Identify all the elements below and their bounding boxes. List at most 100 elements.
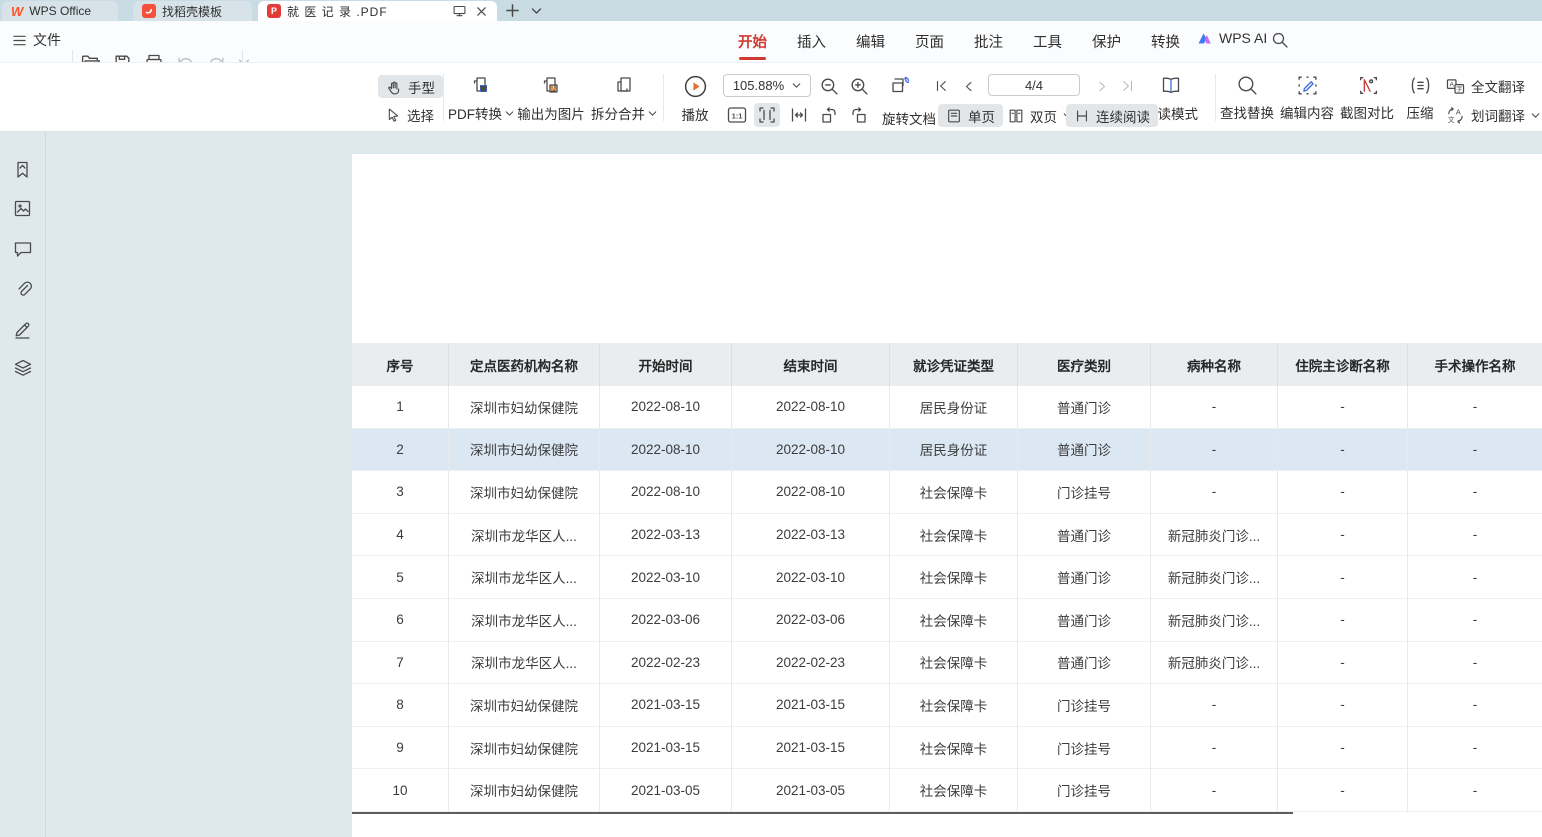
new-tab-button[interactable] [501,0,523,21]
table-cell: - [1151,769,1278,812]
tab-protect[interactable]: 保护 [1092,31,1121,52]
rotate-right-button[interactable] [846,103,872,127]
pdf-convert-button[interactable]: W PDF转换 [442,74,520,123]
tab-docer-templates[interactable]: 找稻壳模板 [133,1,252,21]
attachment-icon[interactable] [13,279,33,299]
wps-logo-icon: W [11,4,23,19]
tab-home[interactable]: 开始 [738,31,767,52]
fit-page-button[interactable] [754,103,780,127]
compress-icon [1409,74,1432,97]
find-replace-icon [1236,74,1259,97]
table-row[interactable]: 3深圳市妇幼保健院2022-08-102022-08-10社会保障卡门诊挂号--… [352,471,1542,514]
wps-ai-button[interactable]: WPS AI [1196,30,1267,46]
table-cell: 5 [352,556,449,599]
table-cell: 深圳市妇幼保健院 [449,386,600,429]
continuous-read-button[interactable]: 连续阅读 [1066,104,1158,127]
zoom-level-value: 105.88% [733,78,784,93]
table-row[interactable]: 5深圳市龙华区人...2022-03-102022-03-10社会保障卡普通门诊… [352,556,1542,599]
signature-icon[interactable] [13,319,33,339]
word-translate-button[interactable]: A 文 划词翻译 [1446,105,1540,125]
table-cell: 社会保障卡 [890,684,1018,727]
table-row[interactable]: 9深圳市妇幼保健院2021-03-152021-03-15社会保障卡门诊挂号--… [352,727,1542,770]
play-icon [683,74,708,99]
table-row[interactable]: 1深圳市妇幼保健院2022-08-102022-08-10居民身份证普通门诊--… [352,386,1542,429]
table-cell: - [1408,684,1542,727]
present-monitor-icon[interactable] [452,4,467,19]
table-row[interactable]: 7深圳市龙华区人...2022-02-232022-02-23社会保障卡普通门诊… [352,642,1542,685]
tab-annotate[interactable]: 批注 [974,31,1003,52]
menu-search-icon[interactable] [1271,31,1289,49]
zoom-in-icon [849,76,870,97]
tab-tools[interactable]: 工具 [1033,31,1062,52]
double-page-icon [1008,108,1024,124]
table-row[interactable]: 4深圳市龙华区人...2022-03-132022-03-13社会保障卡普通门诊… [352,514,1542,557]
close-tab-icon[interactable] [475,5,488,18]
table-row[interactable]: 8深圳市妇幼保健院2021-03-152021-03-15社会保障卡门诊挂号--… [352,684,1542,727]
table-cell: - [1278,386,1408,429]
page-number-input[interactable]: 4/4 [988,74,1080,96]
first-page-button[interactable] [930,76,952,96]
tab-document-pdf[interactable]: P 就 医 记 录 .PDF [258,1,497,21]
table-cell: - [1408,514,1542,557]
single-page-button[interactable]: 单页 [938,104,1003,127]
table-cell: 深圳市龙华区人... [449,642,600,685]
table-cell: - [1151,727,1278,770]
table-cell: 社会保障卡 [890,556,1018,599]
table-row[interactable]: 2深圳市妇幼保健院2022-08-102022-08-10居民身份证普通门诊--… [352,429,1542,472]
layers-icon[interactable] [13,358,33,378]
rotate-doc-label[interactable]: 旋转文档 [882,108,936,128]
fit-width-icon [789,105,809,125]
previous-page-button[interactable] [957,76,979,96]
replace-pages-button[interactable] [886,72,916,100]
actual-size-button[interactable]: 1:1 [724,103,750,127]
zoom-level-select[interactable]: 105.88% [723,74,811,97]
zoom-out-button[interactable] [816,74,842,98]
table-cell: 2022-08-10 [600,386,732,429]
hand-tool-button[interactable]: 手型 [378,75,443,98]
table-cell: 深圳市妇幼保健院 [449,769,600,812]
next-page-button[interactable] [1091,76,1113,96]
zoom-in-button[interactable] [846,74,872,98]
table-cell: 普通门诊 [1018,599,1151,642]
tab-insert[interactable]: 插入 [797,31,826,52]
chevron-down-icon [792,82,801,89]
table-row[interactable]: 6深圳市龙华区人...2022-03-062022-03-06社会保障卡普通门诊… [352,599,1542,642]
tab-page[interactable]: 页面 [915,31,944,52]
tab-wps-office[interactable]: W WPS Office [2,1,118,21]
table-cell: 深圳市妇幼保健院 [449,429,600,472]
table-cell: - [1408,727,1542,770]
table-cell: 普通门诊 [1018,386,1151,429]
comment-icon[interactable] [13,240,33,258]
table-cell: - [1278,514,1408,557]
select-tool-button[interactable]: 选择 [378,103,442,126]
ribbon-toolbar: 手型 选择 W PDF转换 输出为图片 拆分合并 [0,62,1542,132]
thumbnails-icon[interactable] [13,199,32,218]
full-translate-button[interactable]: A 字 全文翻译 [1446,76,1525,96]
window-tab-bar: W WPS Office 找稻壳模板 P 就 医 记 录 .PDF [0,0,1542,21]
replace-pages-icon [888,73,914,99]
rotate-left-button[interactable] [816,103,842,127]
tab-convert[interactable]: 转换 [1151,31,1180,52]
pdf-page[interactable]: 序号定点医药机构名称开始时间结束时间就诊凭证类型医疗类别病种名称住院主诊断名称手… [352,154,1542,837]
column-header: 定点医药机构名称 [449,343,600,386]
one-to-one-icon: 1:1 [727,106,747,124]
file-menu-label: 文件 [33,30,61,50]
column-header: 手术操作名称 [1408,343,1542,386]
pdf-convert-icon: W [469,74,493,98]
tab-edit[interactable]: 编辑 [856,31,885,52]
split-merge-button[interactable]: 拆分合并 [585,74,663,123]
svg-text:1:1: 1:1 [732,112,743,121]
table-row[interactable]: 10深圳市妇幼保健院2021-03-052021-03-05社会保障卡门诊挂号-… [352,769,1542,812]
single-page-icon [946,108,962,124]
table-cell: 2022-02-23 [600,642,732,685]
file-menu-button[interactable]: 文件 [12,30,61,50]
tab-list-chevron[interactable] [525,0,547,21]
fit-page-icon [757,105,777,125]
table-cell: 普通门诊 [1018,642,1151,685]
docer-icon [142,4,156,18]
bookmark-icon[interactable] [13,160,32,180]
table-cell: 2021-03-15 [732,727,890,770]
left-panel-rail [0,132,46,837]
fit-width-button[interactable] [786,103,812,127]
export-image-button[interactable]: 输出为图片 [512,74,590,123]
